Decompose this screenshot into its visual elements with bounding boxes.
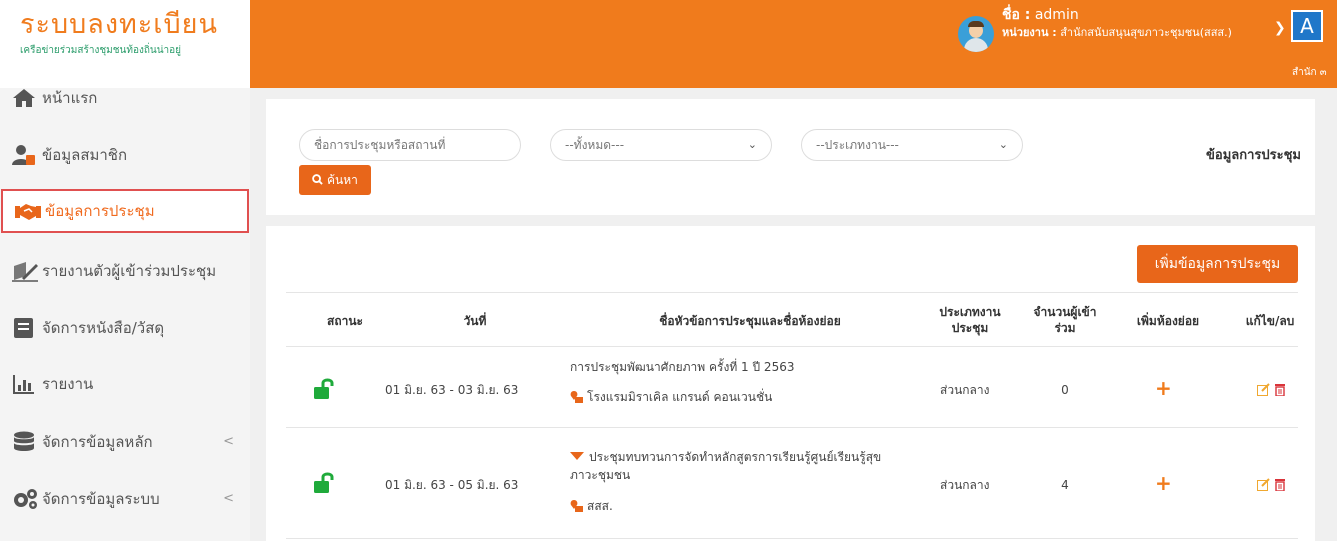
- user-unit: หน่วยงาน : สำนักสนับสนุนสุขภาวะชุมชน(สสส…: [1002, 23, 1232, 41]
- add-room-button[interactable]: +: [1155, 376, 1172, 400]
- book-icon: [12, 317, 36, 339]
- chevron-down-icon[interactable]: ❯: [1274, 20, 1286, 36]
- sidebar-item-label: จัดการข้อมูลหลัก: [42, 433, 153, 451]
- search-icon: [312, 174, 323, 185]
- add-room-button[interactable]: +: [1155, 471, 1172, 495]
- sidebar-item-label: จัดการหนังสือ/วัสดุ: [42, 319, 165, 337]
- row-actions: [1257, 478, 1286, 491]
- brand-subtitle: เครือข่ายร่วมสร้างชุมชนท้องถิ่นน่าอยู่: [20, 45, 182, 56]
- col-header-add-room: เพิ่มห้องย่อย: [1136, 314, 1200, 328]
- sidebar-item-reports[interactable]: รายงาน: [0, 362, 250, 406]
- col-header-topic: ชื่อหัวข้อการประชุมและชื่อห้องย่อย: [659, 314, 841, 328]
- col-header-type: ประเภทงาน ประชุม: [930, 304, 1010, 336]
- sidebar-item-label: จัดการข้อมูลระบบ: [42, 490, 160, 508]
- row-topic-line2: ภาวะชุมชน: [570, 468, 631, 482]
- brand-title: ระบบลงทะเบียน: [20, 9, 218, 40]
- sidebar-item-home[interactable]: หน้าแรก: [0, 76, 250, 120]
- bar-chart-icon: [12, 373, 36, 395]
- database-icon: [12, 431, 36, 453]
- table-divider: [286, 346, 1298, 347]
- user-name-value: admin: [1034, 7, 1079, 23]
- table-divider: [286, 292, 1298, 293]
- user-avatar[interactable]: [958, 16, 994, 52]
- signature-icon: [12, 260, 38, 282]
- sidebar-item-master-data[interactable]: จัดการข้อมูลหลัก <: [0, 420, 250, 464]
- sidebar-item-label: ข้อมูลสมาชิก: [42, 146, 128, 164]
- filter-type-select[interactable]: --ประเภทงาน--- ⌄: [801, 129, 1023, 161]
- org-name: สำนัก ๓: [1292, 67, 1327, 78]
- handshake-icon: [15, 200, 41, 222]
- row-topic-line1: ประชุมทบทวนการจัดทำหลักสูตรการเรียนรู้ศู…: [589, 450, 882, 464]
- col-header-count: จำนวนผู้เข้า ร่วม: [1025, 304, 1105, 336]
- unlock-icon[interactable]: [313, 472, 335, 494]
- filter-all-select[interactable]: --ทั้งหมด--- ⌄: [550, 129, 772, 161]
- row-date: 01 มิ.ย. 63 - 03 มิ.ย. 63: [385, 383, 519, 397]
- users-icon: [12, 144, 36, 166]
- table-divider: [286, 538, 1298, 539]
- row-location: โรงแรมมิราเคิล แกรนด์ คอนเวนชั่น: [570, 388, 772, 406]
- row-topic[interactable]: ประชุมทบทวนการจัดทำหลักสูตรการเรียนรู้ศู…: [570, 448, 920, 484]
- user-name-label: ชื่อ :: [1002, 7, 1031, 23]
- row-date: 01 มิ.ย. 63 - 05 มิ.ย. 63: [385, 478, 519, 492]
- col-header-type-line2: ประชุม: [951, 321, 989, 335]
- col-header-count-line1: จำนวนผู้เข้า: [1033, 305, 1097, 319]
- row-location-text: โรงแรมมิราเคิล แกรนด์ คอนเวนชั่น: [587, 390, 773, 404]
- row-actions: [1257, 383, 1286, 396]
- chevron-down-icon: ⌄: [747, 138, 757, 151]
- add-meeting-button[interactable]: เพิ่มข้อมูลการประชุม: [1137, 245, 1298, 283]
- search-card-title: ข้อมูลการประชุม: [1206, 148, 1301, 163]
- sidebar-item-label: หน้าแรก: [42, 89, 98, 107]
- chevron-left-icon: <: [223, 491, 234, 506]
- search-input-placeholder: ชื่อการประชุมหรือสถานที่: [314, 138, 446, 152]
- row-type: ส่วนกลาง: [940, 383, 990, 397]
- user-unit-label: หน่วยงาน :: [1002, 26, 1057, 39]
- map-marker-icon: [570, 391, 583, 403]
- brand: ระบบลงทะเบียน เครือข่ายร่วมสร้างชุมชนท้อ…: [0, 0, 250, 88]
- sidebar-item-system-data[interactable]: จัดการข้อมูลระบบ <: [0, 477, 250, 521]
- gears-icon: [12, 488, 37, 510]
- search-button[interactable]: ค้นหา: [299, 165, 371, 195]
- table-divider: [286, 427, 1298, 428]
- chevron-down-icon: ⌄: [998, 138, 1008, 151]
- top-bar: ชื่อ : admin หน่วยงาน : สำนักสนับสนุนสุข…: [250, 0, 1337, 88]
- row-location: สสส.: [570, 497, 613, 515]
- home-icon: [12, 87, 36, 109]
- trash-icon[interactable]: [1274, 478, 1286, 491]
- org-badge[interactable]: A: [1291, 10, 1323, 42]
- row-topic[interactable]: การประชุมพัฒนาศักยภาพ ครั้งที่ 1 ปี 2563: [570, 358, 794, 376]
- user-unit-value: สำนักสนับสนุนสุขภาวะชุมชน(สสส.): [1060, 26, 1232, 39]
- row-count: 0: [1061, 383, 1069, 397]
- sidebar-item-label: รายงานตัวผู้เข้าร่วมประชุม: [42, 262, 217, 280]
- unlock-icon[interactable]: [313, 378, 335, 400]
- sidebar-item-label: รายงาน: [42, 375, 94, 393]
- trash-icon[interactable]: [1274, 383, 1286, 396]
- sidebar-item-attendance-report[interactable]: รายงานตัวผู้เข้าร่วมประชุม: [0, 249, 250, 293]
- col-header-count-line2: ร่วม: [1054, 321, 1076, 335]
- caret-down-icon[interactable]: [570, 452, 584, 460]
- search-button-label: ค้นหา: [326, 173, 358, 187]
- sidebar-item-meetings[interactable]: ข้อมูลการประชุม: [1, 189, 249, 233]
- col-header-type-line1: ประเภทงาน: [939, 305, 1001, 319]
- map-marker-icon: [570, 500, 583, 512]
- filter-all-value: --ทั้งหมด---: [565, 138, 625, 152]
- col-header-date: วันที่: [463, 314, 487, 328]
- edit-icon[interactable]: [1257, 478, 1270, 491]
- col-header-status: สถานะ: [327, 314, 363, 328]
- sidebar-item-members[interactable]: ข้อมูลสมาชิก: [0, 133, 250, 177]
- col-header-edit: แก้ไข/ลบ: [1245, 314, 1295, 328]
- row-location-text: สสส.: [587, 499, 613, 513]
- search-input[interactable]: ชื่อการประชุมหรือสถานที่: [299, 129, 521, 161]
- filter-type-value: --ประเภทงาน---: [816, 138, 899, 152]
- row-type: ส่วนกลาง: [940, 478, 990, 492]
- sidebar-item-label: ข้อมูลการประชุม: [45, 202, 155, 220]
- sidebar-item-books[interactable]: จัดการหนังสือ/วัสดุ: [0, 306, 250, 350]
- row-count: 4: [1061, 478, 1069, 492]
- sidebar: ระบบลงทะเบียน เครือข่ายร่วมสร้างชุมชนท้อ…: [0, 0, 250, 541]
- edit-icon[interactable]: [1257, 383, 1270, 396]
- chevron-left-icon: <: [223, 434, 234, 449]
